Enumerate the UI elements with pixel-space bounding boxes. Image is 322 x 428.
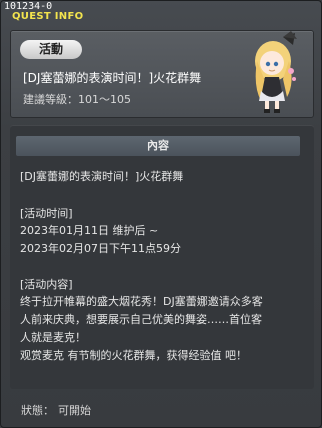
event-badge: 活動 [20,40,82,59]
window-title: QUEST INFO [12,11,84,22]
content-line: [活动内容] [20,278,73,291]
quest-info-window: 101234-0 QUEST INFO 活動 [DJ塞蕾娜的表演时间！]火花群舞… [0,0,322,428]
level-label: 建議等級： [23,93,78,106]
content-line: [活动时间] [20,207,73,220]
content-line: 2023年01月11日 维护后 ~ [20,224,159,237]
quest-name: [DJ塞蕾娜的表演时间！]火花群舞 [23,71,202,85]
recommended-level: 建議等級：101～105 [23,91,131,107]
quest-summary-panel: 活動 [DJ塞蕾娜的表演时间！]火花群舞 建議等級：101～105 [10,30,314,118]
quest-status: 狀態： 可開始 [21,402,91,418]
content-line: 终于拉开帷幕的盛大烟花秀！DJ塞蕾娜邀请众多客 [20,295,263,308]
content-line: 人前来庆典，想要展示自己优美的舞姿……首位客 [20,313,262,326]
content-line: 人就是麦克！ [20,331,86,344]
content-header: 內容 [16,136,300,156]
npc-portrait-icon [255,31,297,113]
content-line: 观赏麦克 有节制的火花群舞，获得经验值 吧！ [20,349,247,362]
level-value: 101～105 [78,93,131,106]
status-label: 狀態： [21,404,54,417]
status-value: 可開始 [58,404,91,417]
content-line: [DJ塞蕾娜的表演时间！]火花群舞 [20,170,184,183]
quest-content-panel: 內容 [DJ塞蕾娜的表演时间！]火花群舞 [活动时间] 2023年01月11日 … [10,125,314,389]
content-line: 2023年02月07日下午11点59分 [20,242,181,255]
